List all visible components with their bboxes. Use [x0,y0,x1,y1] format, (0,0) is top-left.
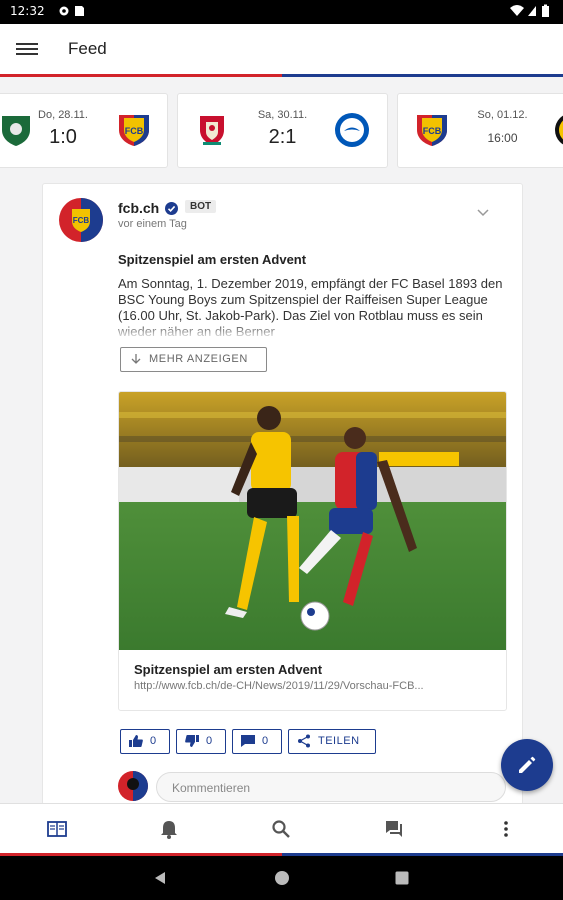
fcb-crest-icon: FCB [116,112,152,148]
comment-placeholder: Kommentieren [172,781,251,795]
football-photo [119,392,506,650]
user-avatar[interactable] [118,771,148,801]
show-more-label: MEHR ANZEIGEN [149,353,248,365]
recents-icon[interactable] [394,870,410,886]
share-button[interactable]: TEILEN [288,729,376,754]
settings-sd-icon [59,6,84,16]
status-time: 12:32 [10,4,45,18]
system-navigation-bar [0,856,563,900]
feed-post-card: FCB fcb.ch BOT vor einem Tag Spitzenspie… [42,183,523,805]
comment-count: 0 [262,735,269,747]
comment-button[interactable]: 0 [232,729,282,754]
forum-icon[interactable] [383,818,405,840]
page-title: Feed [68,39,107,58]
link-url[interactable]: http://www.fcb.ch/de-CH/News/2019/11/29/… [134,680,494,692]
like-button[interactable]: 0 [120,729,170,754]
thumbs-up-icon [129,735,143,747]
like-count: 0 [150,735,157,747]
search-icon[interactable] [270,818,292,840]
link-title: Spitzenspiel am ersten Advent [134,662,323,677]
pencil-icon [519,756,536,773]
link-preview[interactable]: Spitzenspiel am ersten Advent http://www… [118,391,507,711]
dislike-button[interactable]: 0 [176,729,226,754]
status-icons-left [58,4,88,21]
app-bar: Feed [0,24,563,74]
thumbs-down-icon [185,735,199,747]
feed-icon[interactable] [46,818,68,840]
match-carousel[interactable]: Do, 28.11. 1:0 FCB Sa, 30.11. 2:1 FCB So… [0,80,563,180]
more-vert-icon[interactable] [495,818,517,840]
show-more-button[interactable]: MEHR ANZEIGEN [120,347,267,372]
post-title: Spitzenspiel am ersten Advent [118,252,307,267]
share-label: TEILEN [318,735,360,747]
arrow-down-icon [131,354,141,364]
status-bar: 12:32 [0,0,563,24]
post-time: vor einem Tag [118,218,187,230]
match-card[interactable]: FCB So, 01.12. 16:00 [397,93,563,168]
comment-input[interactable]: Kommentieren [156,772,506,802]
verified-icon [165,202,178,215]
bot-badge: BOT [185,200,217,213]
home-icon[interactable] [274,870,290,886]
brighton-crest-icon [334,112,370,148]
yb-crest-icon [554,112,563,148]
match-card[interactable]: Do, 28.11. 1:0 FCB [0,93,168,168]
chevron-down-icon[interactable] [477,209,489,217]
match-time: 16:00 [487,131,518,145]
wifi-battery-icon [510,4,549,17]
text-fade [118,322,503,340]
menu-icon[interactable] [16,40,38,58]
match-date: So, 01.12. [477,109,528,121]
bottom-navigation [0,803,563,854]
post-author[interactable]: fcb.ch [118,200,159,216]
svg-text:FCB: FCB [125,126,144,136]
svg-text:FCB: FCB [73,216,90,225]
compose-button[interactable] [501,739,553,791]
back-icon[interactable] [152,870,168,886]
share-icon [298,734,310,748]
dislike-count: 0 [206,735,213,747]
comment-icon [241,735,255,747]
bell-icon[interactable] [158,818,180,840]
fcb-avatar[interactable]: FCB [59,198,103,242]
brand-stripe-top [0,74,563,77]
match-card[interactable]: Sa, 30.11. 2:1 [177,93,388,168]
status-icons-right [509,4,553,21]
